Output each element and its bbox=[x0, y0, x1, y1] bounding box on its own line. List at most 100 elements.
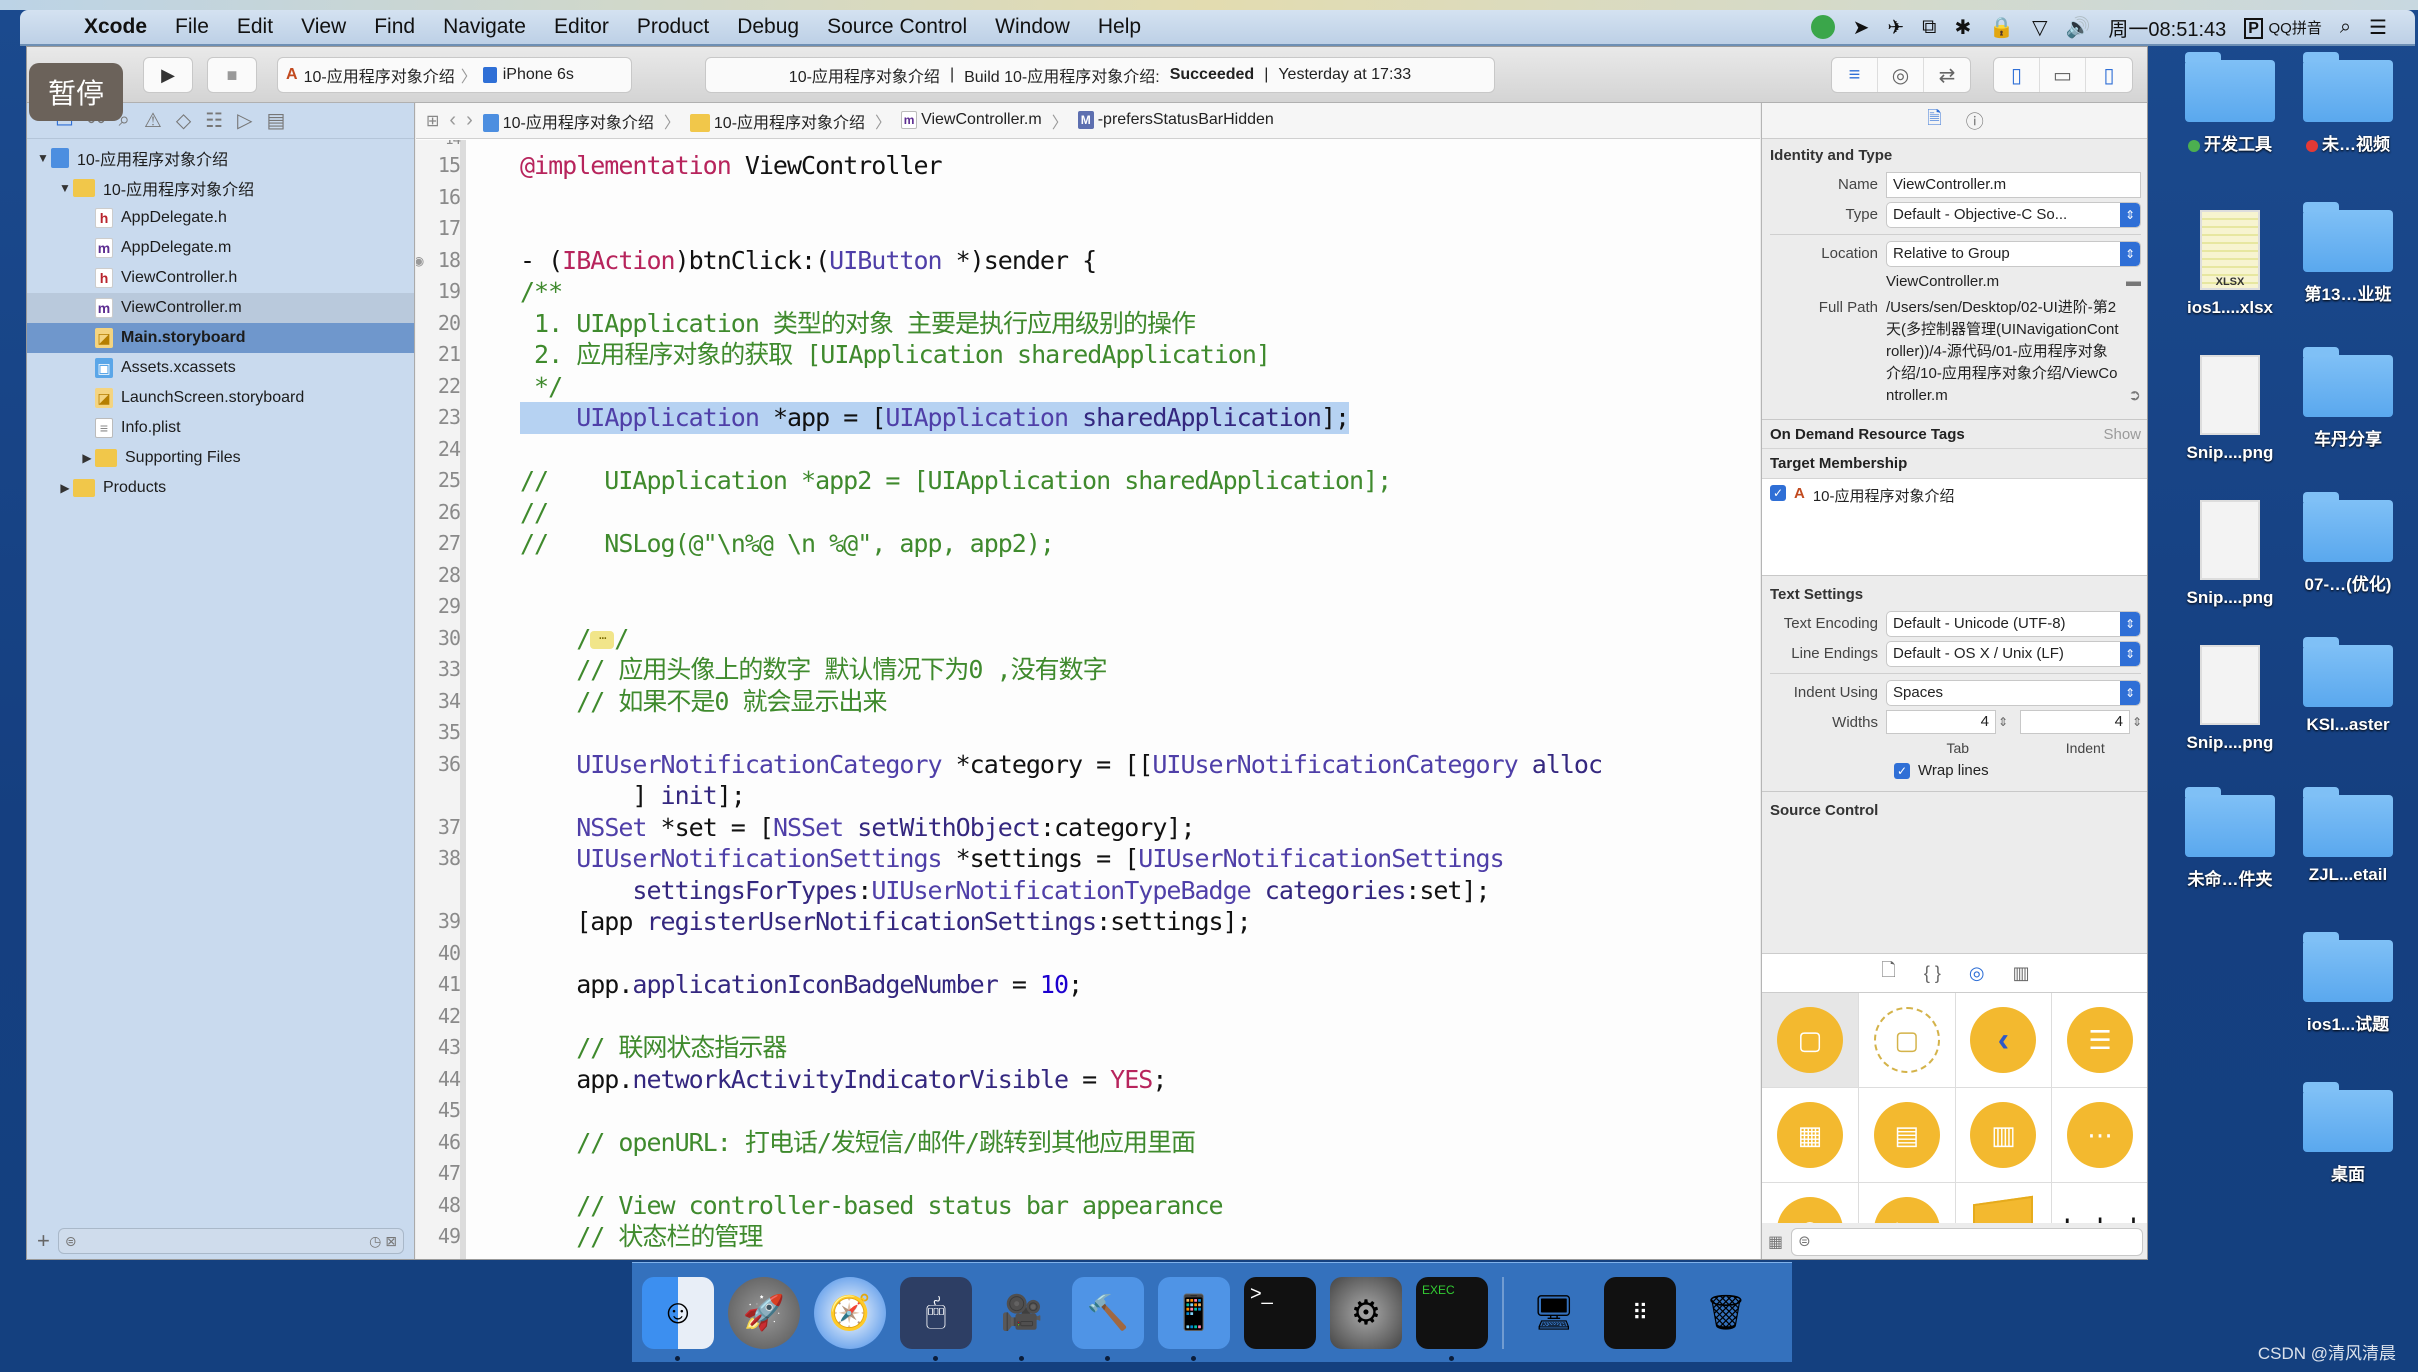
tree-item[interactable]: ▶ Products bbox=[27, 473, 414, 503]
tree-item[interactable]: ≡ Info.plist bbox=[27, 413, 414, 443]
version-editor-icon[interactable]: ⇄ bbox=[1924, 58, 1970, 92]
tree-item[interactable]: ▣ Assets.xcassets bbox=[27, 353, 414, 383]
code-line[interactable]: 17 bbox=[416, 213, 1760, 245]
menu-editor[interactable]: Editor bbox=[540, 15, 623, 39]
menu-source-control[interactable]: Source Control bbox=[813, 15, 981, 39]
tree-item[interactable]: ◪ Main.storyboard bbox=[27, 323, 414, 353]
add-file-button[interactable]: + bbox=[37, 1228, 50, 1254]
tree-item[interactable]: h AppDelegate.h bbox=[27, 203, 414, 233]
library-filter-input[interactable]: ⊜ bbox=[1791, 1228, 2143, 1256]
code-line[interactable]: 41 app.applicationIconBadgeNumber = 10; bbox=[416, 969, 1760, 1001]
desktop-item[interactable]: 桌面 bbox=[2288, 1082, 2408, 1185]
desktop-item[interactable]: Snip....png bbox=[2170, 355, 2290, 463]
code-line[interactable]: 21 2. 应用程序对象的获取 [UIApplication sharedApp… bbox=[416, 339, 1760, 371]
code-line[interactable]: 16 bbox=[416, 182, 1760, 214]
desktop-item[interactable]: 车丹分享 bbox=[2288, 347, 2408, 450]
wifi-icon[interactable]: ▽ bbox=[2032, 15, 2047, 40]
dock-mouse-app[interactable]: 🖱 bbox=[900, 1276, 972, 1361]
desktop-item[interactable]: ios1...试题 bbox=[2288, 932, 2408, 1035]
dock-video-app[interactable]: 🎥 bbox=[986, 1277, 1058, 1361]
tree-item[interactable]: ▼ 10-应用程序对象介绍 bbox=[27, 143, 414, 173]
code-line[interactable]: 44 app.networkActivityIndicatorVisible =… bbox=[416, 1064, 1760, 1096]
stop-button[interactable]: ■ bbox=[207, 57, 257, 93]
quick-help-icon[interactable]: ⓘ bbox=[1966, 108, 1984, 134]
menu-find[interactable]: Find bbox=[360, 15, 429, 39]
file-inspector-icon[interactable]: 🗎 bbox=[1927, 106, 1941, 136]
toggle-navigator-icon[interactable]: ▯ bbox=[1994, 58, 2040, 92]
dock-launchpad[interactable]: 🚀 bbox=[728, 1276, 800, 1349]
assistant-editor-icon[interactable]: ◎ bbox=[1878, 58, 1924, 92]
wrap-lines-checkbox[interactable]: ✓ bbox=[1894, 762, 1910, 779]
odr-show-button[interactable]: Show bbox=[2103, 426, 2141, 443]
code-line[interactable]: 20 1. UIApplication 类型的对象 主要是执行应用级别的操作 bbox=[416, 308, 1760, 340]
scm-filter-icon[interactable]: ⊠ bbox=[385, 1233, 397, 1249]
menu-view[interactable]: View bbox=[287, 15, 360, 39]
code-line[interactable]: 38 UIUserNotificationSettings *settings … bbox=[416, 843, 1760, 875]
desktop-item[interactable]: 未命…件夹 bbox=[2170, 787, 2290, 890]
navigation-controller-object[interactable]: ‹ bbox=[1955, 993, 2053, 1088]
reveal-in-finder-icon[interactable]: ➲ bbox=[2128, 385, 2141, 407]
code-line[interactable]: 30 /⋯ / bbox=[416, 623, 1760, 655]
desktop-item[interactable]: 开发工具 bbox=[2170, 52, 2290, 155]
desktop-item[interactable]: 第13…业班 bbox=[2288, 202, 2408, 305]
code-line[interactable]: 23 UIApplication *app = [UIApplication s… bbox=[416, 402, 1760, 434]
ime-badge[interactable]: P bbox=[2244, 17, 2263, 39]
object-library-icon[interactable]: ◎ bbox=[1969, 963, 1985, 984]
file-template-library-icon[interactable]: 🗋 bbox=[1881, 958, 1895, 988]
ime-name[interactable]: QQ拼音 bbox=[2269, 20, 2322, 37]
notification-center-icon[interactable]: ☰ bbox=[2369, 15, 2387, 40]
location-icon[interactable]: ➤ bbox=[1853, 15, 1870, 40]
menu-help[interactable]: Help bbox=[1084, 15, 1155, 39]
code-line[interactable]: 24 bbox=[416, 434, 1760, 466]
tree-item[interactable]: h ViewController.h bbox=[27, 263, 414, 293]
indent-width-input[interactable]: 4 bbox=[2020, 710, 2130, 734]
tree-item[interactable]: ◪ LaunchScreen.storyboard bbox=[27, 383, 414, 413]
tree-item[interactable]: m AppDelegate.m bbox=[27, 233, 414, 263]
forward-button[interactable]: › bbox=[466, 109, 473, 132]
code-line[interactable]: 34 // 如果不是0 就会显示出来 bbox=[416, 686, 1760, 718]
code-snippet-library-icon[interactable]: { } bbox=[1924, 963, 1941, 984]
code-line[interactable]: 22 */ bbox=[416, 371, 1760, 403]
choose-folder-icon[interactable]: ▬ bbox=[2126, 271, 2141, 293]
tab-width-stepper[interactable]: ⇕ bbox=[1998, 715, 2010, 729]
screen-record-icon[interactable]: ⧉ bbox=[1922, 16, 1936, 39]
line-endings-select[interactable]: Default - OS X / Unix (LF) ⇕ bbox=[1886, 641, 2141, 667]
toggle-debug-area-icon[interactable]: ▭ bbox=[2040, 58, 2086, 92]
toggle-utilities-icon[interactable]: ▯ bbox=[2086, 58, 2132, 92]
code-line[interactable]: 42 bbox=[416, 1001, 1760, 1033]
view-controller-object[interactable]: ▢ bbox=[1762, 993, 1859, 1088]
list-view-toggle-icon[interactable]: ▦ bbox=[1768, 1232, 1783, 1252]
scheme-selector[interactable]: A 10-应用程序对象介绍 〉 iPhone 6s bbox=[277, 57, 632, 93]
navigator-filter-input[interactable]: ⊜ ◷ ⊠ bbox=[57, 1228, 404, 1254]
desktop-item[interactable]: Snip....png bbox=[2170, 500, 2290, 608]
dock-trash[interactable]: 🗑 bbox=[1690, 1277, 1762, 1349]
crumb-method[interactable]: M -prefersStatusBarHidden bbox=[1077, 111, 1274, 130]
tab-width-input[interactable]: 4 bbox=[1886, 710, 1996, 734]
code-line[interactable]: 27 // NSLog(@"\n%@ \n %@", app, app2); bbox=[416, 528, 1760, 560]
recent-files-icon[interactable]: ◷ bbox=[369, 1233, 381, 1249]
code-line[interactable]: 15 @implementation ViewController bbox=[416, 150, 1760, 182]
page-view-controller-object[interactable]: ⋯ bbox=[2052, 1088, 2147, 1183]
crumb-project[interactable]: 10-应用程序对象介绍 bbox=[482, 109, 654, 133]
airplane-icon[interactable]: ✈ bbox=[1887, 15, 1904, 40]
type-select[interactable]: Default - Objective-C So... ⇕ bbox=[1886, 202, 2141, 228]
tree-item[interactable]: ▼ 10-应用程序对象介绍 bbox=[27, 173, 414, 203]
tree-item[interactable]: ▶ Supporting Files bbox=[27, 443, 414, 473]
code-line[interactable]: 39 [app registerUserNotificationSettings… bbox=[416, 906, 1760, 938]
pause-overlay[interactable]: 暂停 bbox=[29, 63, 123, 121]
wechat-status-icon[interactable] bbox=[1810, 15, 1835, 39]
run-button[interactable]: ▶ bbox=[143, 57, 193, 93]
desktop-item[interactable]: 未…视频 bbox=[2288, 52, 2408, 155]
test-navigator-icon[interactable]: ◇ bbox=[176, 108, 191, 133]
report-navigator-icon[interactable]: ▤ bbox=[267, 108, 286, 133]
code-line[interactable]: 36 UIUserNotificationCategory *category … bbox=[416, 749, 1760, 781]
code-line[interactable]: 48 // View controller-based status bar a… bbox=[416, 1190, 1760, 1222]
storyboard-reference-object[interactable]: ▢ bbox=[1858, 993, 1956, 1088]
code-area[interactable]: 14 15 @implementation ViewController 16 17 18… bbox=[416, 140, 1760, 1259]
disclosure-collapsed-icon[interactable]: ▶ bbox=[57, 481, 73, 495]
spotlight-icon[interactable]: ⌕ bbox=[2340, 16, 2351, 39]
code-line[interactable]: 25 // UIApplication *app2 = [UIApplicatio… bbox=[416, 465, 1760, 497]
code-line[interactable]: 35 bbox=[416, 717, 1760, 749]
breakpoint-navigator-icon[interactable]: ▷ bbox=[237, 108, 252, 133]
crumb-group[interactable]: 10-应用程序对象介绍 bbox=[689, 109, 865, 133]
